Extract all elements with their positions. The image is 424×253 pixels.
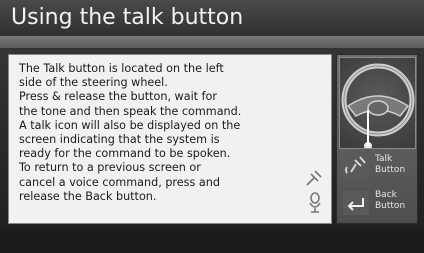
talk-button-row: Talk Button	[339, 151, 414, 183]
title-bar: Using the talk button	[0, 0, 424, 36]
talk-icon	[343, 155, 369, 179]
mic-hint-icon	[307, 191, 323, 217]
bottom-bar	[0, 229, 424, 253]
help-screen: Using the talk button The Talk button is…	[0, 0, 424, 253]
back-button-row: Back Button	[339, 187, 414, 219]
back-button-label: Back Button	[375, 190, 406, 211]
instruction-panel: The Talk button is located on the left s…	[8, 54, 332, 224]
voice-hint-icon	[305, 169, 323, 191]
talk-button-label: Talk Button	[375, 154, 406, 175]
page-title: Using the talk button	[11, 5, 244, 30]
back-icon	[343, 191, 369, 215]
steering-panel: Talk Button Back Button	[336, 54, 418, 224]
header-divider	[0, 36, 424, 48]
steering-wheel-illustration	[339, 57, 416, 150]
instruction-text: The Talk button is located on the left s…	[19, 62, 242, 203]
